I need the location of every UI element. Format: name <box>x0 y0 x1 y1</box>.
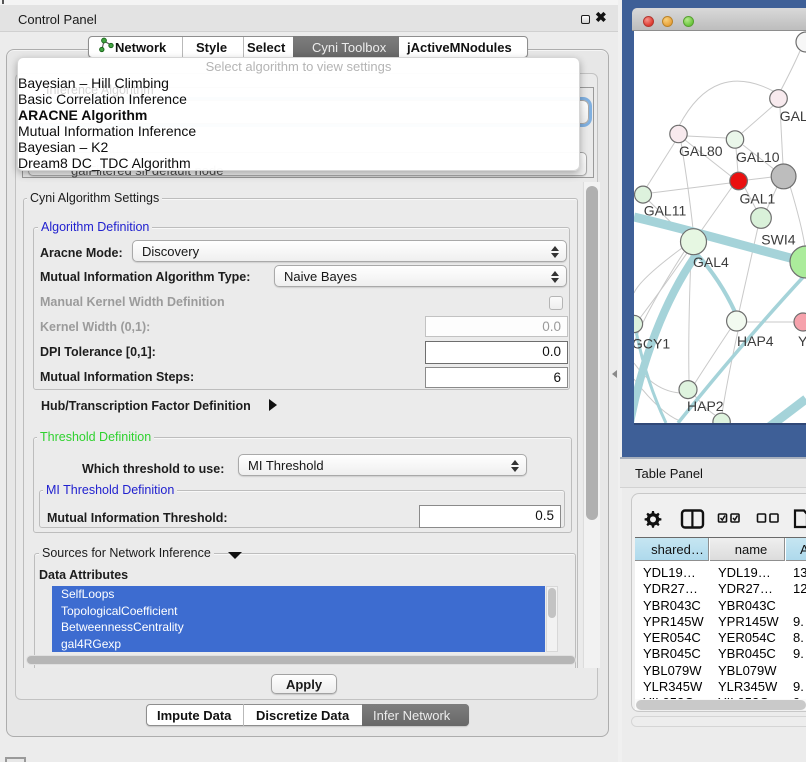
svg-text:HAP2: HAP2 <box>687 398 724 414</box>
svg-text:GAL11: GAL11 <box>644 203 687 219</box>
svg-text:SWI4: SWI4 <box>761 232 795 248</box>
svg-text:GCY1: GCY1 <box>634 336 670 352</box>
svg-text:GAL10: GAL10 <box>736 149 780 165</box>
svg-text:GAL1: GAL1 <box>740 191 776 207</box>
svg-text:GAL80: GAL80 <box>679 143 723 159</box>
svg-text:GAL4: GAL4 <box>693 254 729 270</box>
svg-text:Y: Y <box>798 333 806 349</box>
svg-text:HAP4: HAP4 <box>737 333 774 349</box>
svg-text:GAL: GAL <box>780 108 806 124</box>
